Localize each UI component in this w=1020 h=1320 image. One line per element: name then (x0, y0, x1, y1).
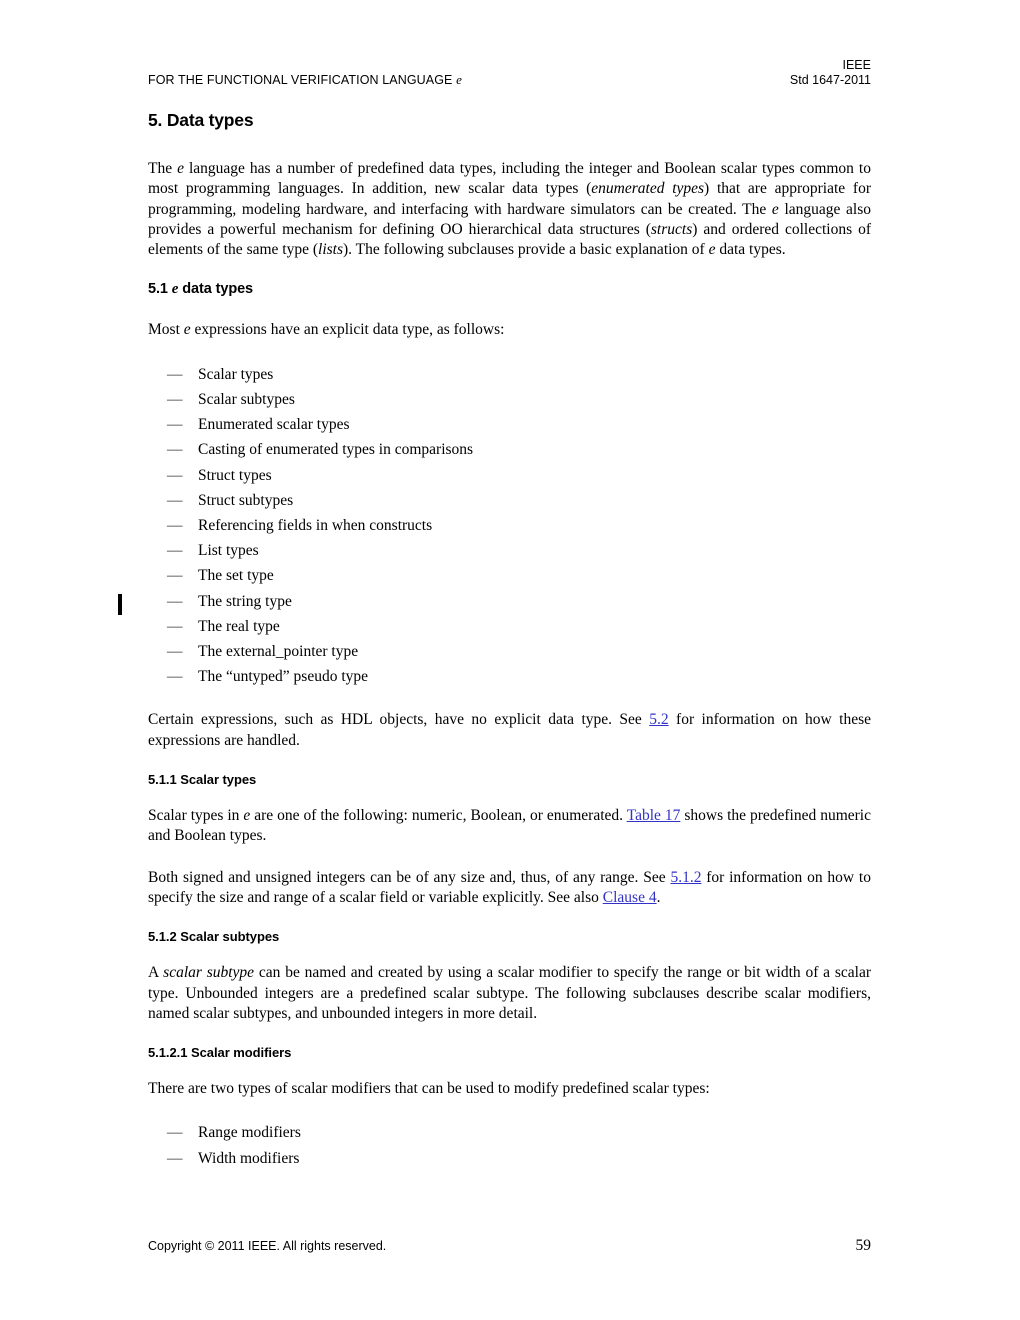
em-dash-marker-icon: — (167, 668, 183, 686)
section-5-1-1-paragraph-2: Both signed and unsigned integers can be… (148, 868, 871, 909)
s511-text-1: Scalar types in (148, 807, 244, 825)
em-dash-marker-icon: — (167, 466, 183, 484)
section-heading-5-1: 5.1 e data types (148, 281, 871, 298)
list-item: — The “untyped” pseudo type (148, 664, 871, 689)
em-dash-marker-icon: — (167, 365, 183, 383)
s512-text-1: A (148, 964, 164, 982)
list-item: — Width modifiers (148, 1146, 871, 1171)
list-item: — Range modifiers (148, 1120, 871, 1145)
cross-reference-link-5-2[interactable]: 5.2 (649, 711, 668, 728)
em-dash-marker-icon: — (167, 542, 183, 560)
list-item: — The string type (148, 589, 871, 614)
list-item-label: List types (198, 542, 259, 560)
running-header: FOR THE FUNCTIONAL VERIFICATION LANGUAGE… (148, 58, 871, 98)
lead-italic-e: e (183, 321, 191, 339)
section-5-1-lead-paragraph: Most e expressions have an explicit data… (148, 320, 871, 340)
s512-italic-scalar-subtype: scalar subtype (163, 964, 255, 982)
copyright-notice: Copyright © 2011 IEEE. All rights reserv… (148, 1239, 387, 1253)
intro-text-6: ). The following subclauses provide a ba… (343, 241, 709, 259)
section-5-1-number: 5.1 (148, 281, 172, 298)
em-dash-marker-icon: — (167, 1149, 183, 1167)
list-item: — The real type (148, 614, 871, 639)
section-heading-5-1-1: 5.1.1 Scalar types (148, 772, 257, 788)
document-page: FOR THE FUNCTIONAL VERIFICATION LANGUAGE… (0, 0, 1020, 1320)
em-dash-marker-icon: — (167, 592, 183, 610)
list-item-label: Enumerated scalar types (198, 416, 350, 434)
section-5-1-2-1-lead-paragraph: There are two types of scalar modifiers … (148, 1080, 710, 1098)
page-number: 59 (855, 1237, 872, 1254)
em-dash-marker-icon: — (167, 390, 183, 408)
list-item-label: The real type (198, 617, 280, 635)
intro-italic-lists: lists (318, 241, 343, 259)
cross-reference-link-clause-4[interactable]: Clause 4 (603, 889, 657, 906)
page-footer: Copyright © 2011 IEEE. All rights reserv… (148, 1237, 872, 1259)
em-dash-marker-icon: — (167, 1124, 183, 1142)
running-header-left: FOR THE FUNCTIONAL VERIFICATION LANGUAGE… (148, 72, 462, 88)
list-item: — Scalar subtypes (148, 387, 871, 412)
list-item: — Struct types (148, 463, 871, 488)
section-5-1-1-paragraph-1: Scalar types in e are one of the followi… (148, 806, 871, 847)
section-heading-5-1-2-1: 5.1.2.1 Scalar modifiers (148, 1045, 292, 1061)
s511-text-2: are one of the following: numeric, Boole… (250, 807, 627, 825)
lead-text-2: expressions have an explicit data type, … (190, 321, 505, 339)
list-item-label: Referencing fields in when constructs (198, 517, 433, 534)
list-item-label: The external_pointer type (198, 643, 359, 661)
em-dash-marker-icon: — (167, 643, 183, 661)
list-item: — Struct subtypes (148, 488, 871, 513)
data-types-list: — Scalar types — Scalar subtypes — Enumerat… (148, 362, 871, 690)
running-header-left-text: FOR THE FUNCTIONAL VERIFICATION LANGUAGE (148, 73, 457, 87)
intro-text-1: The (148, 160, 178, 177)
running-header-italic-e: e (456, 72, 462, 87)
list-item-label: The set type (198, 567, 274, 585)
intro-text-7: data types. (715, 241, 786, 259)
page-title: 5. Data types (148, 110, 254, 130)
running-header-right: IEEE Std 1647-2011 (790, 58, 871, 88)
em-dash-marker-icon: — (167, 416, 183, 434)
intro-italic-structs: structs (650, 220, 693, 238)
em-dash-marker-icon: — (167, 517, 183, 534)
list-item: — Referencing fields in when constructs (148, 513, 871, 538)
list-item: — The set type (148, 563, 871, 588)
closing-text-1: Certain expressions, such as HDL objects… (148, 711, 650, 729)
section-5-1-title-text: data types (178, 281, 254, 298)
section-heading-5-1-2: 5.1.2 Scalar subtypes (148, 929, 280, 945)
list-item-label: Struct types (198, 466, 272, 484)
em-dash-marker-icon: — (167, 617, 183, 635)
list-item-label: Casting of enumerated types in compariso… (198, 441, 474, 459)
list-item: — Enumerated scalar types (148, 412, 871, 437)
s511-p2-text-1: Both signed and unsigned integers can be… (148, 868, 671, 886)
list-item: — List types (148, 538, 871, 563)
intro-italic-e-2: e (771, 200, 779, 218)
list-item: — Scalar types (148, 362, 871, 387)
em-dash-marker-icon: — (167, 567, 183, 585)
lead-text-1: Most (148, 321, 184, 339)
list-item-label: Range modifiers (198, 1124, 301, 1142)
cross-reference-link-table-17[interactable]: Table 17 (627, 807, 681, 824)
s511-p2-text-3: . (656, 888, 661, 906)
running-header-standard-number: Std 1647-2011 (789, 73, 871, 87)
running-header-standard-org: IEEE (842, 58, 872, 72)
section-5-1-2-paragraph: A scalar subtype can be named and create… (148, 963, 871, 1024)
list-item-label: Width modifiers (198, 1149, 300, 1167)
list-item-label: Scalar types (198, 365, 274, 383)
content-column: 5. Data types The e language has a numbe… (148, 110, 871, 1192)
list-item-label: Struct subtypes (198, 491, 294, 509)
list-item-label: The “untyped” pseudo type (198, 668, 369, 686)
list-item: — The external_pointer type (148, 639, 871, 664)
list-item: — Casting of enumerated types in comparis… (148, 437, 871, 462)
intro-italic-enumerated-types: enumerated types (591, 180, 705, 198)
revision-change-bar (118, 594, 122, 615)
list-item-label: Scalar subtypes (198, 390, 295, 408)
em-dash-marker-icon: — (167, 441, 183, 459)
list-item-label: The string type (198, 592, 292, 610)
s512-text-2: can be named and created by using a scal… (148, 964, 872, 1022)
scalar-modifiers-list: — Range modifiers — Width modifiers (148, 1120, 871, 1170)
section-5-1-closing-paragraph: Certain expressions, such as HDL objects… (148, 710, 871, 751)
cross-reference-link-5-1-2[interactable]: 5.1.2 (670, 869, 701, 886)
intro-italic-e-1: e (177, 160, 184, 177)
clause-intro-paragraph: The e language has a number of predefine… (148, 159, 871, 260)
em-dash-marker-icon: — (167, 491, 183, 509)
